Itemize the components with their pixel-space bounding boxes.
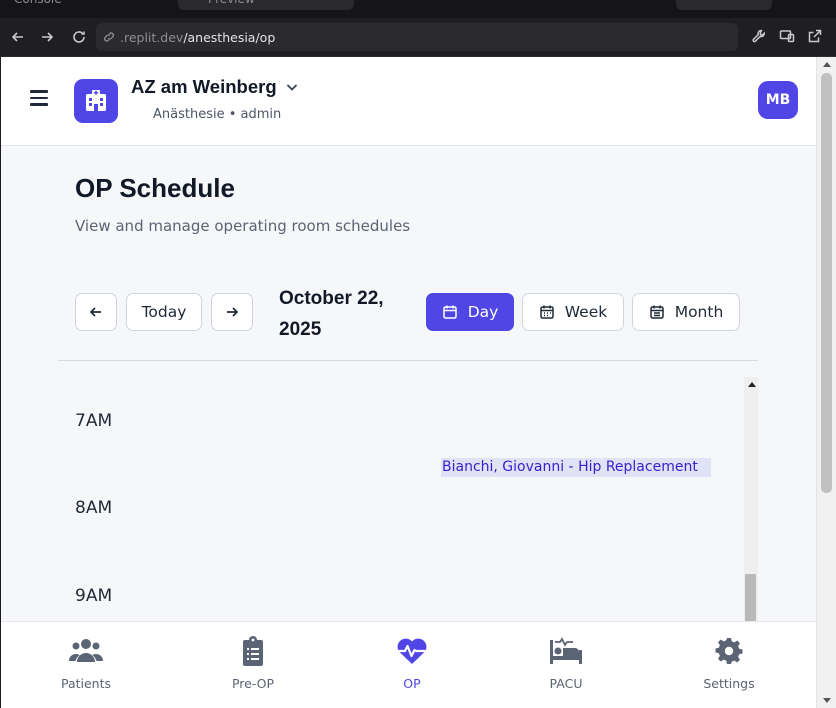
org-name: AZ am Weinberg (131, 76, 277, 97)
devices-icon[interactable] (778, 27, 796, 45)
external-link-icon[interactable] (806, 27, 824, 45)
prev-day-button[interactable] (75, 293, 117, 331)
page-subtitle: View and manage operating room schedules (75, 217, 411, 235)
page-title: OP Schedule (75, 173, 235, 203)
menu-icon[interactable] (30, 90, 48, 106)
nav-pacu[interactable]: PACU (516, 622, 616, 708)
link-icon (104, 32, 114, 42)
nav-label: OP (403, 676, 421, 691)
calendar-scrollbar[interactable] (744, 377, 758, 621)
divider (58, 360, 758, 361)
day-view-label: Day (467, 303, 499, 321)
nav-label: Pre-OP (231, 676, 275, 691)
next-day-button[interactable] (211, 293, 253, 331)
scrollbar-thumb[interactable] (745, 574, 756, 621)
user-role: Anästhesie • admin (153, 107, 282, 122)
nav-pre-op[interactable]: Pre-OP (203, 622, 303, 708)
nav-label: Settings (703, 676, 755, 691)
nav-op[interactable]: OP (362, 622, 462, 708)
nav-patients[interactable]: Patients (36, 622, 136, 708)
forward-icon[interactable] (37, 27, 57, 47)
nav-label: PACU (549, 676, 583, 691)
nav-label: Patients (60, 676, 112, 691)
heartbeat-icon (397, 638, 427, 664)
org-switcher[interactable]: AZ am Weinberg (131, 76, 299, 98)
arrow-right-icon (227, 307, 239, 317)
scroll-down-arrow-icon[interactable] (823, 698, 831, 703)
browser-toolbar: .replit.dev/anesthesia/op (0, 18, 836, 57)
hospital-logo-icon (74, 79, 118, 123)
calendar-icon (442, 305, 457, 319)
today-button[interactable]: Today (126, 293, 202, 331)
gear-icon (715, 638, 743, 664)
page-scrollbar-thumb[interactable] (821, 73, 832, 493)
calendar-event[interactable]: Bianchi, Giovanni - Hip Replacement (441, 458, 711, 477)
address-bar[interactable]: .replit.dev/anesthesia/op (96, 23, 738, 51)
browser-tab[interactable] (676, 0, 772, 10)
avatar[interactable]: MB (758, 81, 798, 119)
chevron-down-icon (286, 84, 297, 91)
back-icon[interactable] (8, 27, 28, 47)
calendar-month-icon (649, 305, 664, 319)
day-view-button[interactable]: Day (426, 293, 514, 331)
time-label: 9AM (75, 586, 113, 606)
browser-tab-label: Console (14, 0, 62, 10)
time-label: 7AM (75, 411, 113, 431)
reload-icon[interactable] (69, 27, 89, 47)
current-date-line1: October 22, (279, 288, 384, 309)
current-date-line2: 2025 (279, 319, 322, 340)
bottom-nav: Patients Pre-OP OP PACU Settings (1, 621, 816, 708)
clipboard-icon (243, 636, 263, 666)
browser-tab[interactable] (178, 0, 354, 10)
scroll-up-arrow-icon[interactable] (823, 62, 831, 67)
page-scrollbar[interactable] (816, 57, 836, 708)
current-date: October 22, 2025 (279, 283, 419, 345)
users-icon (69, 639, 103, 662)
app-header: AZ am Weinberg Anästhesie • admin MB (1, 57, 816, 146)
browser-tab-label: Preview (208, 0, 255, 10)
url-path: /anesthesia/op (183, 29, 276, 45)
time-label: 8AM (75, 498, 113, 518)
app-viewport: AZ am Weinberg Anästhesie • admin MB OP … (1, 57, 816, 708)
month-view-button[interactable]: Month (632, 293, 740, 331)
browser-tabstrip: Console Preview (0, 0, 836, 18)
calendar-week-icon (540, 305, 554, 319)
month-view-label: Month (674, 303, 724, 321)
nav-settings[interactable]: Settings (679, 622, 779, 708)
week-view-button[interactable]: Week (522, 293, 624, 331)
wrench-icon[interactable] (750, 27, 768, 45)
bed-icon (550, 637, 582, 664)
url-host: .replit.dev (120, 29, 184, 45)
arrow-left-icon (89, 307, 101, 317)
scroll-up-arrow-icon[interactable] (748, 382, 756, 387)
week-view-label: Week (564, 303, 608, 321)
day-calendar[interactable]: 7AM 8AM 9AM Bianchi, Giovanni - Hip Repl… (58, 377, 758, 621)
